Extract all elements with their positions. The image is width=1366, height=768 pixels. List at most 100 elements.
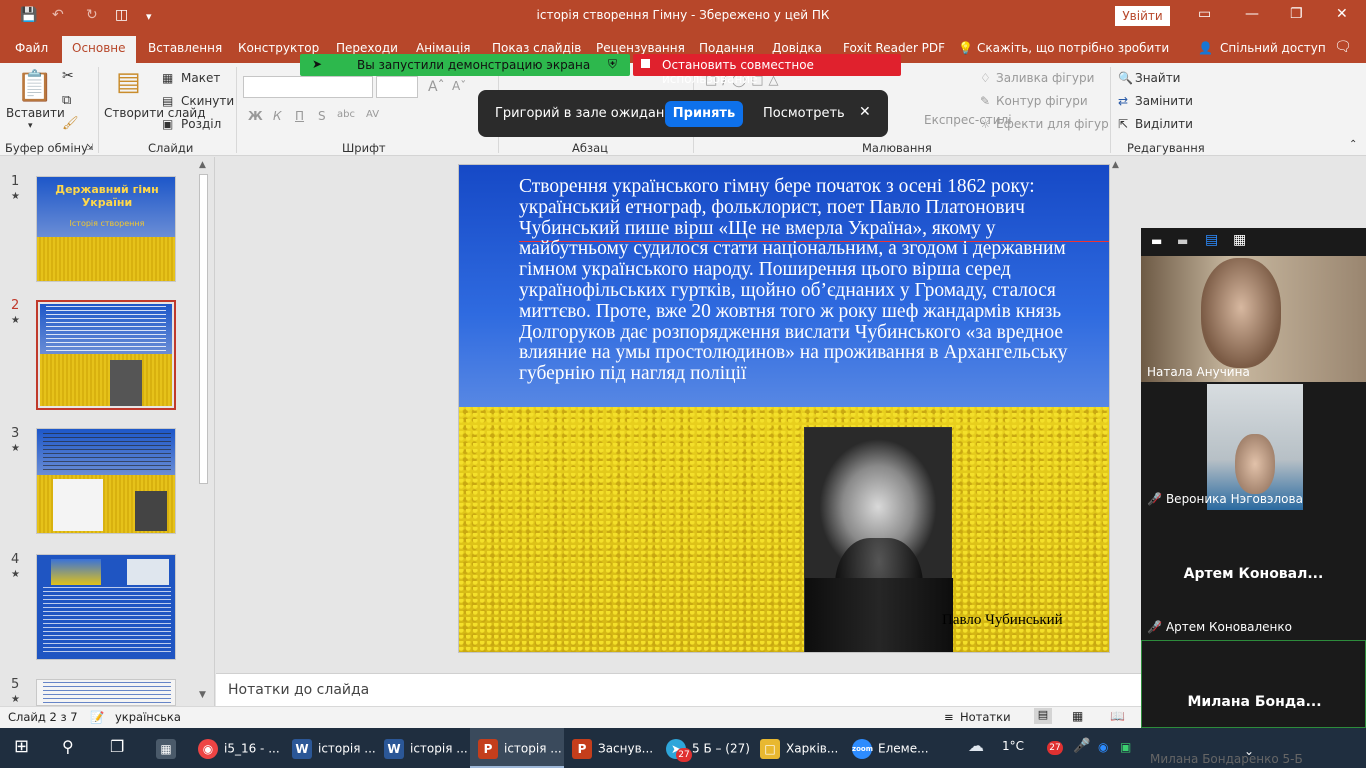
accept-button[interactable]: Принять [665, 101, 743, 127]
shape-effects-button[interactable]: Ефекти для фігур [996, 117, 1109, 131]
slide-body-text[interactable]: Створення українського гімну бере почато… [519, 176, 1089, 385]
tab-slideshow[interactable]: Показ слайдів [492, 41, 581, 55]
taskbar-item-word-1[interactable]: Wісторія ... [292, 739, 376, 759]
text-shadow-button[interactable]: AV [366, 109, 379, 120]
font-family-select[interactable] [243, 76, 373, 98]
tab-home[interactable]: Основне [62, 36, 136, 64]
weather-temperature[interactable]: 1°C [1002, 739, 1024, 753]
share-button[interactable]: Спільний доступ [1220, 41, 1326, 55]
paste-button[interactable]: Вставити [6, 106, 65, 120]
thumbnails-scrollbar[interactable]: ▲ ▼ [197, 160, 210, 704]
taskbar-item-explorer[interactable]: □ Харків... [760, 739, 838, 759]
zoom-tray-icon[interactable]: ◉ [1098, 740, 1108, 754]
taskbar-item-powerpoint-1[interactable]: Pісторія ... [478, 739, 562, 759]
font-size-select[interactable] [376, 76, 418, 98]
underline-button[interactable]: П [295, 109, 304, 123]
portrait-caption[interactable]: Павло Чубинський [942, 612, 1063, 629]
tab-review[interactable]: Рецензування [596, 41, 685, 55]
new-slide-icon[interactable]: ▤ [116, 67, 141, 97]
comments-icon[interactable]: 🗨 [1334, 39, 1352, 55]
strikethrough-button[interactable]: S [318, 109, 326, 123]
participant-video-tile[interactable]: Натала Анучина [1141, 256, 1366, 382]
gallery-view-icon[interactable]: ▦ [1233, 232, 1246, 248]
minimize-icon[interactable]: ▬ [1151, 234, 1162, 248]
mic-muted-icon: 🎤̸ [1147, 492, 1162, 506]
paste-dropdown-icon[interactable]: ▾ [28, 121, 33, 131]
reading-view-icon[interactable]: 📖 [1110, 709, 1125, 723]
notes-toggle-button[interactable]: Нотатки [960, 710, 1011, 724]
spellcheck-icon[interactable]: 📝 [90, 710, 104, 724]
slide-thumbnail-4[interactable] [36, 554, 176, 660]
search-icon[interactable]: ⚲ [62, 737, 74, 756]
shape-effects-icon: ☼ [980, 117, 991, 131]
find-button[interactable]: Знайти [1135, 71, 1180, 85]
speaker-view-icon[interactable]: ▬ [1177, 234, 1188, 248]
slide-scrollbar[interactable]: ▲ [1110, 157, 1123, 706]
cut-icon[interactable]: ✂ [62, 68, 74, 84]
bold-button[interactable]: Ж [248, 109, 263, 123]
copy-icon[interactable]: ⧉ [62, 93, 71, 108]
tab-file[interactable]: Файл [15, 41, 48, 55]
shape-outline-button[interactable]: Контур фігури [996, 94, 1088, 108]
slide-sorter-icon[interactable]: ▦ [1072, 709, 1083, 723]
close-icon[interactable]: ✕ [859, 104, 871, 120]
tab-design[interactable]: Конструктор [238, 41, 319, 55]
taskbar-item-word-2[interactable]: Wісторія ... [384, 739, 468, 759]
tab-animations[interactable]: Анімація [416, 41, 471, 55]
decrease-font-icon[interactable]: Aˇ [452, 79, 466, 93]
reset-button[interactable]: Скинути [181, 94, 234, 108]
character-spacing-button[interactable]: abc [337, 109, 355, 120]
select-button[interactable]: Виділити [1135, 117, 1193, 131]
normal-view-icon[interactable]: ▤ [1034, 708, 1052, 724]
section-button[interactable]: Розділ [181, 117, 221, 131]
shape-fill-button[interactable]: Заливка фігури [996, 71, 1094, 85]
slide-thumbnail-2[interactable] [36, 300, 176, 410]
tab-foxit[interactable]: Foxit Reader PDF [843, 41, 945, 55]
participant-video-tile[interactable]: Милана Бонда... [1141, 640, 1366, 728]
slide-thumbnail-3[interactable] [36, 428, 176, 534]
layout-button[interactable]: Макет [181, 71, 220, 85]
minimize-icon[interactable]: — [1245, 6, 1259, 22]
format-painter-icon[interactable]: 🖌 [62, 116, 79, 131]
close-icon[interactable]: ✕ [1336, 6, 1348, 22]
task-view-icon[interactable]: ❐ [110, 737, 124, 756]
windows-start-icon[interactable]: ⊞ [14, 736, 29, 757]
increase-font-icon[interactable]: Aˆ [428, 79, 445, 95]
animation-star-icon: ★ [11, 694, 20, 705]
tab-help[interactable]: Довідка [772, 41, 822, 55]
slide-thumbnail-1[interactable]: Державний гімн України Історія створення [36, 176, 176, 282]
slide-thumbnail-5[interactable] [36, 679, 176, 706]
pin-icon[interactable]: ➤ [312, 57, 322, 71]
taskbar-item-zoom[interactable]: zoom Елеме... [852, 739, 929, 759]
paste-icon[interactable]: 📋 [16, 69, 53, 104]
clipboard-launcher-icon[interactable]: ⇲ [86, 143, 94, 153]
restore-icon[interactable]: ❐ [1290, 6, 1303, 22]
microphone-icon[interactable]: 🎤 [1073, 738, 1090, 754]
chubynsky-portrait[interactable] [804, 427, 953, 652]
language-indicator[interactable]: українська [115, 710, 181, 724]
notes-pane[interactable]: Нотатки до слайда [216, 673, 1141, 706]
participant-video-tile[interactable]: 🎤̸ Вероника Нэговэлова [1141, 384, 1366, 510]
tab-transitions[interactable]: Переходи [336, 41, 398, 55]
tab-insert[interactable]: Вставлення [148, 41, 222, 55]
taskbar-item-chrome[interactable]: ◉ i5_16 - ... [198, 739, 280, 759]
share-tray-icon[interactable]: ▣ [1120, 740, 1131, 754]
taskbar-item-powerpoint-2[interactable]: P Заснув... [572, 739, 653, 759]
strip-view-icon[interactable]: ▤ [1205, 232, 1218, 248]
tell-me-search[interactable]: Скажіть, що потрібно зробити [977, 41, 1169, 55]
notification-badge[interactable]: 27 [1047, 741, 1063, 755]
participant-video-tile[interactable]: Артем Коновал... 🎤̸ Артем Коноваленко [1141, 512, 1366, 638]
collapse-ribbon-icon[interactable]: ⌃ [1349, 139, 1357, 150]
italic-button[interactable]: К [273, 109, 282, 123]
view-button[interactable]: Посмотреть [763, 106, 845, 121]
chevron-down-icon[interactable]: ⌄ [1244, 744, 1254, 758]
calculator-icon[interactable]: ▦ [156, 739, 182, 759]
weather-cloud-icon[interactable]: ☁ [968, 736, 984, 755]
current-slide[interactable]: Створення українського гімну бере почато… [458, 164, 1110, 653]
group-paragraph: Абзац [572, 141, 608, 155]
sign-in-button[interactable]: Увійти [1115, 6, 1170, 26]
replace-button[interactable]: Замінити [1135, 94, 1193, 108]
stop-share-button[interactable]: Остановить совместное использование [633, 54, 901, 86]
ribbon-display-options-icon[interactable]: ▭ [1198, 6, 1211, 22]
tab-view[interactable]: Подання [699, 41, 754, 55]
